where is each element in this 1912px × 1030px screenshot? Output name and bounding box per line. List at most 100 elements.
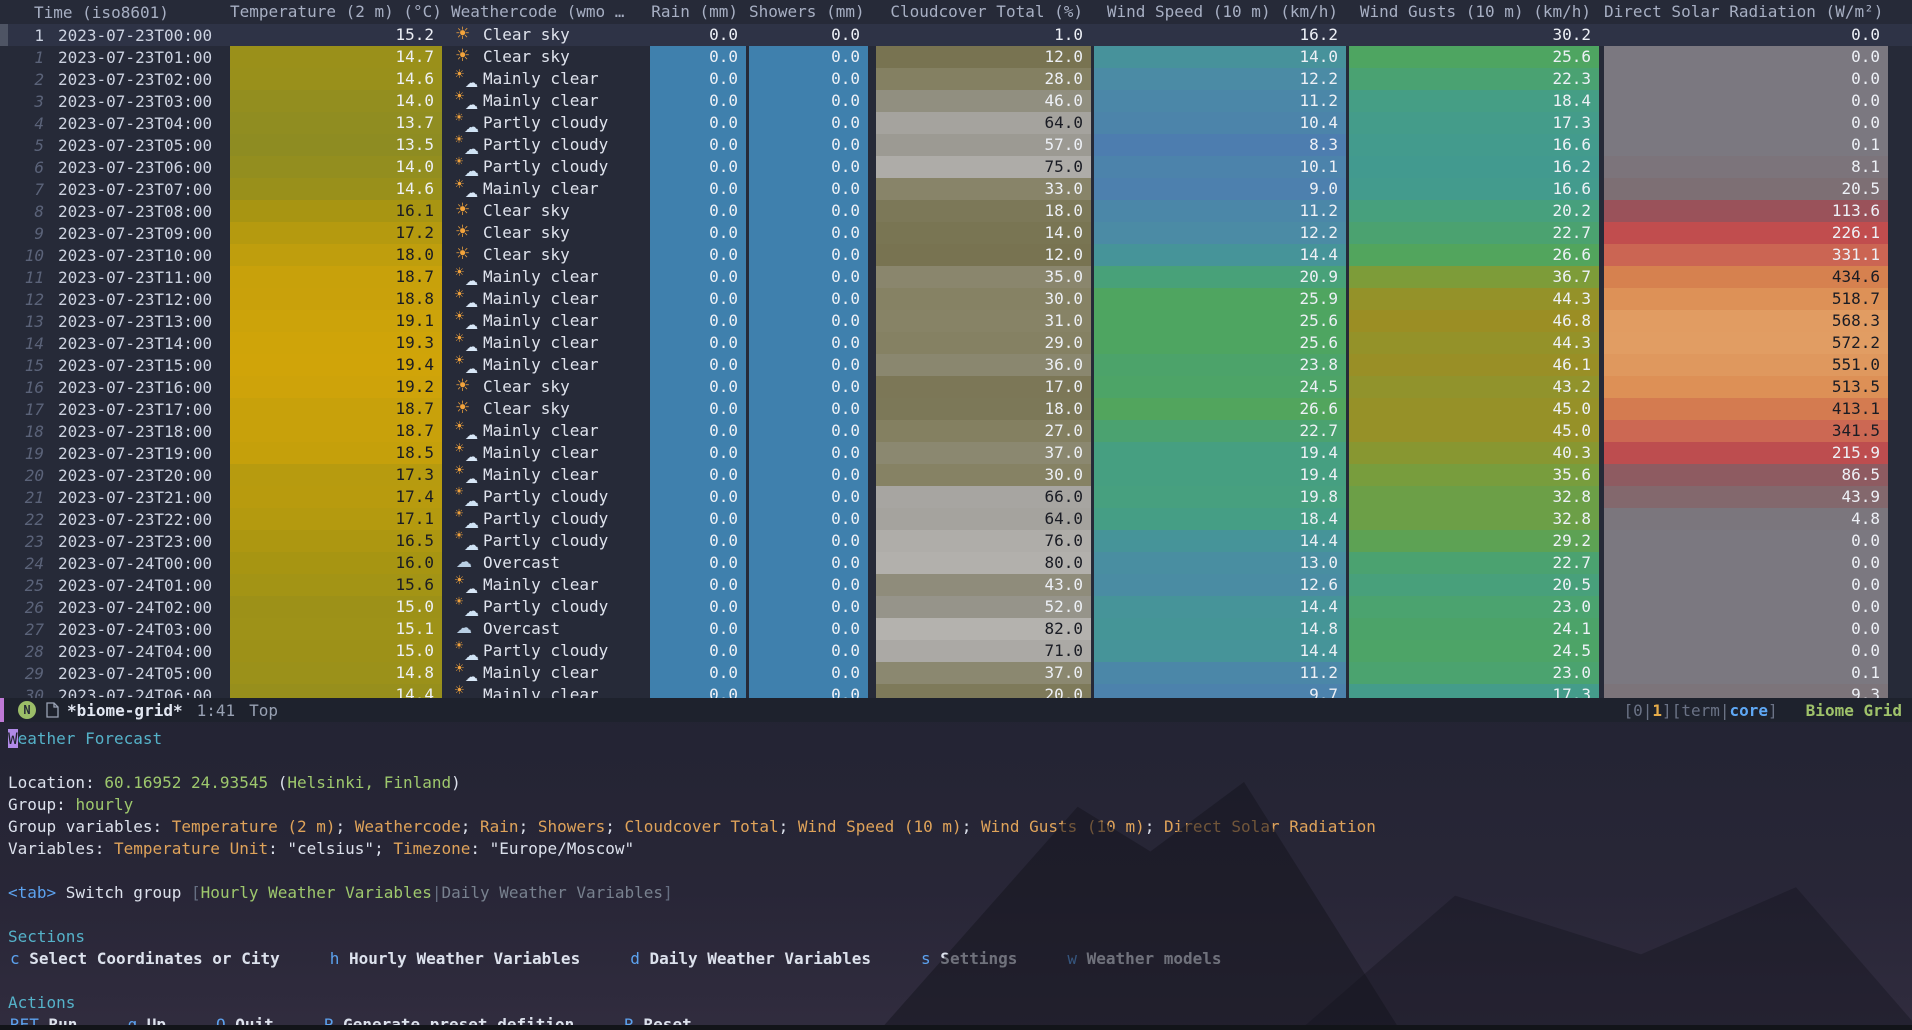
sun-icon: ☀ bbox=[453, 245, 479, 265]
weathercode-label: Mainly clear bbox=[483, 442, 599, 464]
cell-wind-gusts: 18.4 bbox=[1349, 90, 1599, 112]
sun-behind-cloud-icon: ☀☁ bbox=[453, 641, 479, 661]
cell-showers: 0.0 bbox=[749, 24, 868, 46]
table-row[interactable]: 82023-07-23T08:0016.1☀Clear sky0.00.018.… bbox=[0, 200, 1912, 222]
table-row[interactable]: 92023-07-23T09:0017.2☀Clear sky0.00.014.… bbox=[0, 222, 1912, 244]
table-row[interactable]: 32023-07-23T03:0014.0☀☁Mainly clear0.00.… bbox=[0, 90, 1912, 112]
cell-wind-gusts: 20.5 bbox=[1349, 574, 1599, 596]
cell-temperature: 19.3 bbox=[230, 332, 442, 354]
tab-bracket-open: [ bbox=[191, 883, 201, 902]
table-row[interactable]: 252023-07-24T01:0015.6☀☁Mainly clear0.00… bbox=[0, 574, 1912, 596]
table-row[interactable]: 222023-07-23T22:0017.1☀☁Partly cloudy0.0… bbox=[0, 508, 1912, 530]
sun-behind-small-cloud-icon: ☀☁ bbox=[453, 333, 479, 353]
weathercode-label: Mainly clear bbox=[483, 574, 599, 596]
cell-rain: 0.0 bbox=[650, 156, 746, 178]
tab-option-daily[interactable]: Daily Weather Variables bbox=[442, 883, 664, 902]
table-row[interactable]: 262023-07-24T02:0015.0☀☁Partly cloudy0.0… bbox=[0, 596, 1912, 618]
cell-cloudcover: 31.0 bbox=[876, 310, 1091, 332]
cell-rain: 0.0 bbox=[650, 46, 746, 68]
table-row[interactable]: 302023-07-24T06:0014.4☀☁Mainly clear0.00… bbox=[0, 684, 1912, 698]
section-item-h[interactable]: h Hourly Weather Variables bbox=[330, 948, 580, 970]
cell-solar-radiation: 518.7 bbox=[1604, 288, 1888, 310]
table-row[interactable]: 22023-07-23T02:0014.6☀☁Mainly clear0.00.… bbox=[0, 68, 1912, 90]
cell-temperature: 18.8 bbox=[230, 288, 442, 310]
table-row[interactable]: 12023-07-23T01:0014.7☀Clear sky0.00.012.… bbox=[0, 46, 1912, 68]
cell-temperature: 18.7 bbox=[230, 398, 442, 420]
table-row[interactable]: 172023-07-23T17:0018.7☀Clear sky0.00.018… bbox=[0, 398, 1912, 420]
cell-showers: 0.0 bbox=[749, 112, 868, 134]
cell-wind-speed: 14.4 bbox=[1094, 596, 1346, 618]
cell-cloudcover: 1.0 bbox=[876, 24, 1091, 46]
variable-value: : "celsius" bbox=[268, 839, 374, 858]
buffer-name[interactable]: *biome-grid* bbox=[67, 701, 183, 720]
weathercode-label: Mainly clear bbox=[483, 420, 599, 442]
cell-showers: 0.0 bbox=[749, 376, 868, 398]
table-row[interactable]: 132023-07-23T13:0019.1☀☁Mainly clear0.00… bbox=[0, 310, 1912, 332]
cell-weathercode: ☀☁Mainly clear bbox=[447, 68, 647, 90]
cell-temperature: 14.8 bbox=[230, 662, 442, 684]
table-row[interactable]: 102023-07-23T10:0018.0☀Clear sky0.00.012… bbox=[0, 244, 1912, 266]
group-variables-line[interactable]: Group variables: Temperature (2 m); Weat… bbox=[0, 816, 1912, 838]
cell-rain: 0.0 bbox=[650, 266, 746, 288]
tab-key-hint[interactable]: <tab> bbox=[8, 883, 56, 902]
line-number: 15 bbox=[0, 356, 44, 375]
cell-wind-speed: 24.5 bbox=[1094, 376, 1346, 398]
cell-wind-gusts: 46.1 bbox=[1349, 354, 1599, 376]
cell-wind-gusts: 17.3 bbox=[1349, 684, 1599, 698]
cell-wind-speed: 25.6 bbox=[1094, 332, 1346, 354]
table-row[interactable]: 272023-07-24T03:0015.1☁Overcast0.00.082.… bbox=[0, 618, 1912, 640]
workspace-core[interactable]: core bbox=[1730, 701, 1769, 720]
table-row[interactable]: 72023-07-23T07:0014.6☀☁Mainly clear0.00.… bbox=[0, 178, 1912, 200]
workspace-term[interactable]: term bbox=[1681, 701, 1720, 720]
cell-time: 2023-07-23T18:00 bbox=[44, 422, 230, 441]
cell-solar-radiation: 331.1 bbox=[1604, 244, 1888, 266]
emacs-frame: Time (iso8601) Temperature (2 m) (°C) We… bbox=[0, 0, 1912, 1030]
line-number: 14 bbox=[0, 334, 44, 353]
cell-time: 2023-07-23T13:00 bbox=[44, 312, 230, 331]
table-row[interactable]: 52023-07-23T05:0013.5☀☁Partly cloudy0.00… bbox=[0, 134, 1912, 156]
group-line[interactable]: Group: hourly bbox=[0, 794, 1912, 816]
cell-solar-radiation: 43.9 bbox=[1604, 486, 1888, 508]
table-row[interactable]: 192023-07-23T19:0018.5☀☁Mainly clear0.00… bbox=[0, 442, 1912, 464]
major-mode-name[interactable]: Biome Grid bbox=[1806, 701, 1902, 720]
cell-wind-speed: 25.6 bbox=[1094, 310, 1346, 332]
cell-cloudcover: 82.0 bbox=[876, 618, 1091, 640]
table-row[interactable]: 122023-07-23T12:0018.8☀☁Mainly clear0.00… bbox=[0, 288, 1912, 310]
tab-option-hourly[interactable]: Hourly Weather Variables bbox=[201, 883, 432, 902]
table-row[interactable]: 292023-07-24T05:0014.8☀☁Mainly clear0.00… bbox=[0, 662, 1912, 684]
table-row[interactable]: 42023-07-23T04:0013.7☀☁Partly cloudy0.00… bbox=[0, 112, 1912, 134]
cell-cloudcover: 12.0 bbox=[876, 46, 1091, 68]
cell-cloudcover: 57.0 bbox=[876, 134, 1091, 156]
location-coordinates: 60.16952 24.93545 bbox=[104, 773, 268, 792]
variables-line[interactable]: Variables: Temperature Unit: "celsius"; … bbox=[0, 838, 1912, 860]
cell-rain: 0.0 bbox=[650, 640, 746, 662]
section-item-d[interactable]: d Daily Weather Variables bbox=[630, 948, 871, 970]
table-row[interactable]: 182023-07-23T18:0018.7☀☁Mainly clear0.00… bbox=[0, 420, 1912, 442]
location-line[interactable]: Location: 60.16952 24.93545 (Helsinki, F… bbox=[0, 772, 1912, 794]
table-row[interactable]: 152023-07-23T15:0019.4☀☁Mainly clear0.00… bbox=[0, 354, 1912, 376]
table-row[interactable]: 202023-07-23T20:0017.3☀☁Mainly clear0.00… bbox=[0, 464, 1912, 486]
weathercode-label: Partly cloudy bbox=[483, 112, 608, 134]
table-row[interactable]: 162023-07-23T16:0019.2☀Clear sky0.00.017… bbox=[0, 376, 1912, 398]
modeline-accent-bar bbox=[0, 698, 4, 722]
cell-temperature: 18.7 bbox=[230, 266, 442, 288]
cell-cloudcover: 28.0 bbox=[876, 68, 1091, 90]
biome-grid-buffer[interactable]: Time (iso8601) Temperature (2 m) (°C) We… bbox=[0, 0, 1912, 698]
table-row[interactable]: 12023-07-23T00:0015.2☀Clear sky0.00.01.0… bbox=[0, 24, 1912, 46]
table-row[interactable]: 282023-07-24T04:0015.0☀☁Partly cloudy0.0… bbox=[0, 640, 1912, 662]
cell-solar-radiation: 215.9 bbox=[1604, 442, 1888, 464]
table-row[interactable]: 112023-07-23T11:0018.7☀☁Mainly clear0.00… bbox=[0, 266, 1912, 288]
cell-time: 2023-07-23T20:00 bbox=[44, 466, 230, 485]
cell-solar-radiation: 0.1 bbox=[1604, 134, 1888, 156]
cell-wind-gusts: 22.7 bbox=[1349, 222, 1599, 244]
table-row[interactable]: 212023-07-23T21:0017.4☀☁Partly cloudy0.0… bbox=[0, 486, 1912, 508]
table-row[interactable]: 62023-07-23T06:0014.0☀☁Partly cloudy0.00… bbox=[0, 156, 1912, 178]
table-row[interactable]: 142023-07-23T14:0019.3☀☁Mainly clear0.00… bbox=[0, 332, 1912, 354]
table-row[interactable]: 242023-07-24T00:0016.0☁Overcast0.00.080.… bbox=[0, 552, 1912, 574]
cell-weathercode: ☀☁Mainly clear bbox=[447, 464, 647, 486]
cell-cloudcover: 30.0 bbox=[876, 288, 1091, 310]
cell-wind-speed: 22.7 bbox=[1094, 420, 1346, 442]
table-row[interactable]: 232023-07-23T23:0016.5☀☁Partly cloudy0.0… bbox=[0, 530, 1912, 552]
cell-solar-radiation: 8.1 bbox=[1604, 156, 1888, 178]
section-item-c[interactable]: c Select Coordinates or City bbox=[10, 948, 280, 970]
